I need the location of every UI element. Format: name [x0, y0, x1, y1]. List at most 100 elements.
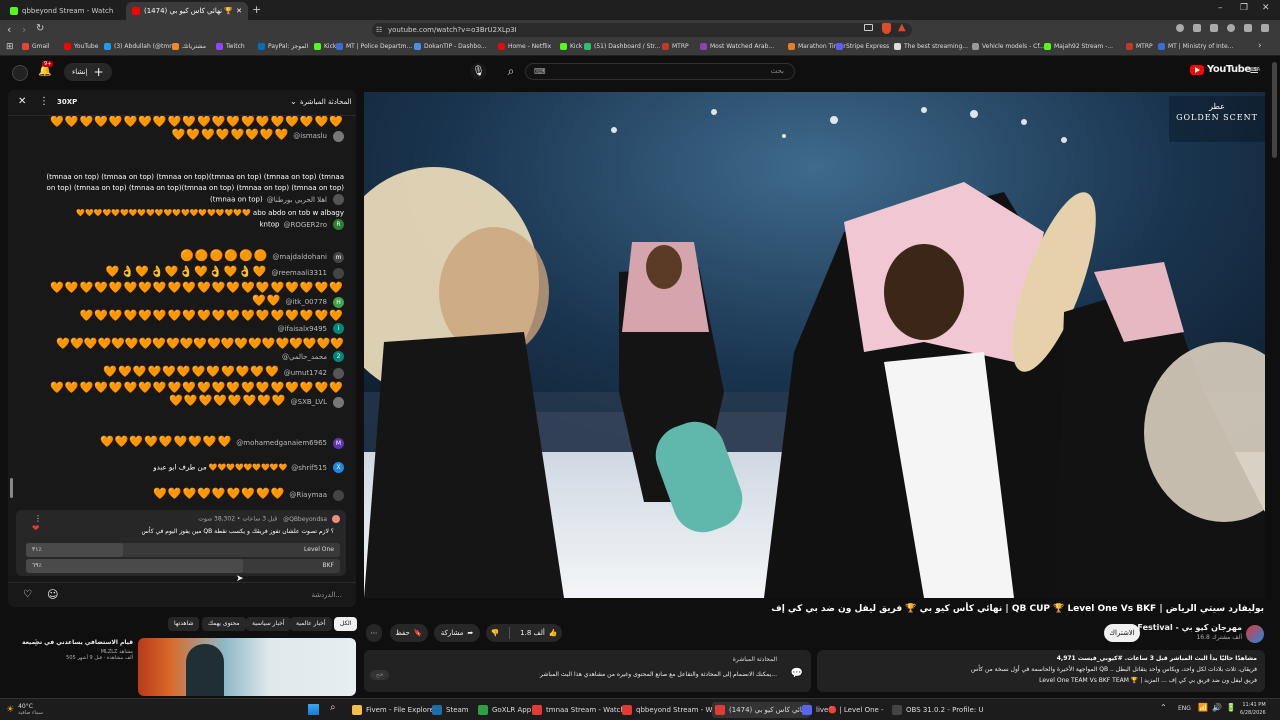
avatar[interactable]	[12, 65, 28, 81]
more-icon[interactable]: ⋮	[39, 96, 49, 107]
minimize-button[interactable]: –	[1218, 3, 1223, 13]
taskbar-app[interactable]: Steam	[432, 702, 469, 718]
search-button[interactable]: ⌕	[500, 62, 522, 81]
chat-message[interactable]: 🧡🧡🧡🧡🧡🧡🧡🧡🧡🧡🧡🧡 @umut1742	[44, 366, 344, 379]
chat-avatar[interactable]	[333, 267, 344, 279]
chat-title[interactable]: المحادثة المباشرة	[300, 98, 352, 106]
suggested-video[interactable]: قيام الاستضافي يساعدني في تجميعة MLZLZ م…	[8, 634, 356, 696]
chat-message[interactable]: 🧡🧡🧡🧡🧡🧡🧡🧡🧡🧡🧡🧡🧡🧡🧡🧡🧡🧡🧡🧡 abo abdo on tob w a…	[44, 208, 344, 231]
chat-message[interactable]: 🟠🟠🟠🟠🟠🟠 @majdaldohani m	[44, 250, 344, 263]
extension-icon[interactable]	[1193, 24, 1201, 32]
bookmark-item[interactable]: مشترياتك	[172, 43, 206, 50]
other-bookmarks-icon[interactable]: ›	[1258, 41, 1262, 51]
like-button[interactable]: 👍	[549, 629, 558, 637]
chat-username[interactable]: @محمد_حالمي	[282, 353, 327, 361]
chevron-down-icon[interactable]: ⌄	[290, 97, 297, 106]
chat-username[interactable]: @Riaymaa	[289, 491, 327, 499]
bookmark-item[interactable]: Stripe Express	[836, 43, 889, 50]
chat-username[interactable]: @majdaldohani	[272, 253, 327, 261]
bookmark-item[interactable]: Kick	[314, 43, 336, 50]
brave-shield-icon[interactable]	[882, 23, 891, 34]
chat-message[interactable]: من طرف ابو عبدو 🧡🧡🧡🧡🧡🧡🧡🧡🧡 @shrif515 X	[44, 462, 344, 474]
search-icon[interactable]: ⌕	[330, 702, 336, 713]
search-input[interactable]: ⌨ بحث	[525, 63, 795, 80]
chat-username[interactable]: @SXB_LVL	[291, 398, 327, 406]
chat-input[interactable]: الدردشة...	[311, 591, 342, 599]
chat-message[interactable]: 🧡🧡🧡🧡🧡🧡🧡🧡🧡🧡🧡🧡🧡🧡🧡🧡🧡🧡🧡🧡🧡🧡🧡🧡🧡🧡🧡🧡 @SXB_LVL	[44, 382, 344, 408]
apps-grid-icon[interactable]: ⊞	[6, 42, 14, 52]
bookmark-item[interactable]: Home - Netflix	[498, 43, 551, 50]
bookmark-item[interactable]: (51) Dashboard / Str...	[584, 43, 660, 50]
chat-username[interactable]: @shrif515	[291, 464, 327, 472]
poll-option[interactable]: ٦٩٪ BKF	[26, 559, 340, 573]
tab-close-icon[interactable]: ✕	[236, 7, 242, 15]
taskbar-app[interactable]: live🔴 | Level One -	[802, 702, 884, 718]
chat-avatar[interactable]: X	[333, 462, 344, 473]
bookmark-item[interactable]: MTRP	[662, 43, 689, 50]
filter-chip[interactable]: أخبار عالمية	[290, 617, 332, 631]
bookmark-item[interactable]: Twitch	[216, 43, 245, 50]
chat-username[interactable]: @ROGER2ro	[283, 221, 327, 229]
heart-icon[interactable]: ❤	[32, 524, 40, 534]
battery-icon[interactable]: 🔋	[1226, 703, 1236, 712]
chat-message[interactable]: 🧡🧡🧡🧡🧡🧡🧡🧡🧡 @Riaymaa	[44, 488, 344, 501]
chat-avatar[interactable]: R	[333, 219, 344, 230]
back-icon[interactable]: ‹	[7, 23, 11, 36]
chat-username[interactable]: @ismaslu	[293, 132, 327, 140]
bookmark-item[interactable]: Kick	[560, 43, 582, 50]
windows-start-icon[interactable]	[308, 704, 319, 715]
reload-icon[interactable]: ↻	[36, 23, 44, 34]
chat-username[interactable]: @umut1742	[284, 369, 327, 377]
poll-option[interactable]: ٣١٪ Level One	[26, 543, 340, 557]
chat-avatar[interactable]	[333, 194, 344, 205]
bookmark-item[interactable]: Most Watched Arab...	[700, 43, 774, 50]
keyboard-icon[interactable]: ⌨	[534, 64, 546, 79]
url-bar[interactable]: ☷ youtube.com/watch?v=o3BrU2XLp3I	[372, 23, 912, 37]
brave-rewards-icon[interactable]: ▲	[898, 22, 906, 33]
chat-message[interactable]: 🧡🧡🧡🧡🧡🧡🧡🧡🧡🧡🧡🧡🧡🧡🧡🧡🧡🧡🧡🧡🧡🧡🧡🧡🧡🧡🧡🧡 @ismaslu	[44, 116, 344, 142]
hamburger-menu-icon[interactable]: ≡	[1249, 63, 1259, 77]
chat-avatar[interactable]	[333, 489, 344, 501]
scrollbar[interactable]	[10, 478, 13, 498]
bookmark-item[interactable]: MT | Ministry of Inte...	[1158, 43, 1233, 50]
chat-username[interactable]: @reemaali3311	[272, 269, 327, 277]
maximize-button[interactable]: ❐	[1240, 3, 1248, 13]
wallet-icon[interactable]	[1244, 24, 1252, 32]
save-button[interactable]: حفظ 🔖	[390, 624, 428, 642]
chat-username[interactable]: @اهلا الحربي بورطنا	[267, 196, 327, 204]
heart-icon[interactable]: ♡	[23, 589, 32, 600]
chat-message[interactable]: (tmnaa on top) (tmnaa on top) (tmnaa on …	[44, 172, 344, 206]
bookmark-item[interactable]: Gmail	[22, 43, 50, 50]
taskbar-app[interactable]: OBS 31.0.2 - Profile: Unt	[892, 702, 984, 718]
chat-message[interactable]: 🧡🧡🧡🧡🧡🧡🧡🧡🧡🧡🧡🧡🧡🧡🧡🧡🧡🧡🧡🧡🧡🧡 @itk_00778 H	[44, 282, 344, 308]
chat-username[interactable]: @ifaisalx9495	[278, 325, 327, 333]
filter-chip[interactable]: شاهدتها	[168, 617, 200, 631]
page-scrollbar[interactable]	[1272, 62, 1277, 158]
bookmark-item[interactable]: Majah92 Stream -...	[1044, 43, 1113, 50]
chat-username[interactable]: @itk_00778	[285, 298, 327, 306]
filter-chip[interactable]: الكل	[334, 617, 358, 631]
weather-widget[interactable]: ☀ 40°C سماء صافية	[6, 702, 43, 718]
chat-avatar[interactable]: H	[333, 296, 344, 308]
profile-icon[interactable]	[1227, 24, 1235, 32]
channel-avatar[interactable]	[1246, 625, 1264, 643]
chat-message[interactable]: 🧡🧡🧡🧡🧡🧡🧡🧡🧡🧡🧡🧡🧡🧡🧡🧡🧡🧡 @ifaisalx9495 i	[44, 310, 344, 335]
filter-chip[interactable]: محتوى يهمك	[202, 617, 246, 631]
dislike-button[interactable]: 👎	[490, 629, 499, 637]
browser-tab[interactable]: qbbeyond Stream - Watch Live on Ki	[4, 2, 122, 20]
close-icon[interactable]: ✕	[18, 96, 26, 107]
language-indicator[interactable]: ENG	[1178, 705, 1191, 712]
more-icon[interactable]: ⋮	[34, 514, 42, 523]
wifi-icon[interactable]: 📶	[1198, 703, 1208, 712]
chat-message[interactable]: 🧡👌🧡👌🧡👌🧡👌🧡👌🧡 @reemaali3311	[44, 266, 344, 279]
xp-badge[interactable]: 30XP	[57, 98, 77, 106]
close-window-button[interactable]: ✕	[1262, 3, 1270, 13]
chat-username[interactable]: @mohamedganaiem6965	[236, 439, 327, 447]
video-player[interactable]: عطر GOLDEN SCENT	[364, 92, 1265, 598]
sidebar-icon[interactable]	[1210, 24, 1218, 32]
chat-avatar[interactable]: 2	[333, 351, 344, 362]
bookmark-item[interactable]: MTRP	[1126, 43, 1153, 50]
bookmark-item[interactable]: PayPal: الموجز	[258, 43, 308, 50]
create-button[interactable]: إنشاء +	[64, 63, 112, 81]
new-tab-button[interactable]: +	[252, 3, 261, 16]
